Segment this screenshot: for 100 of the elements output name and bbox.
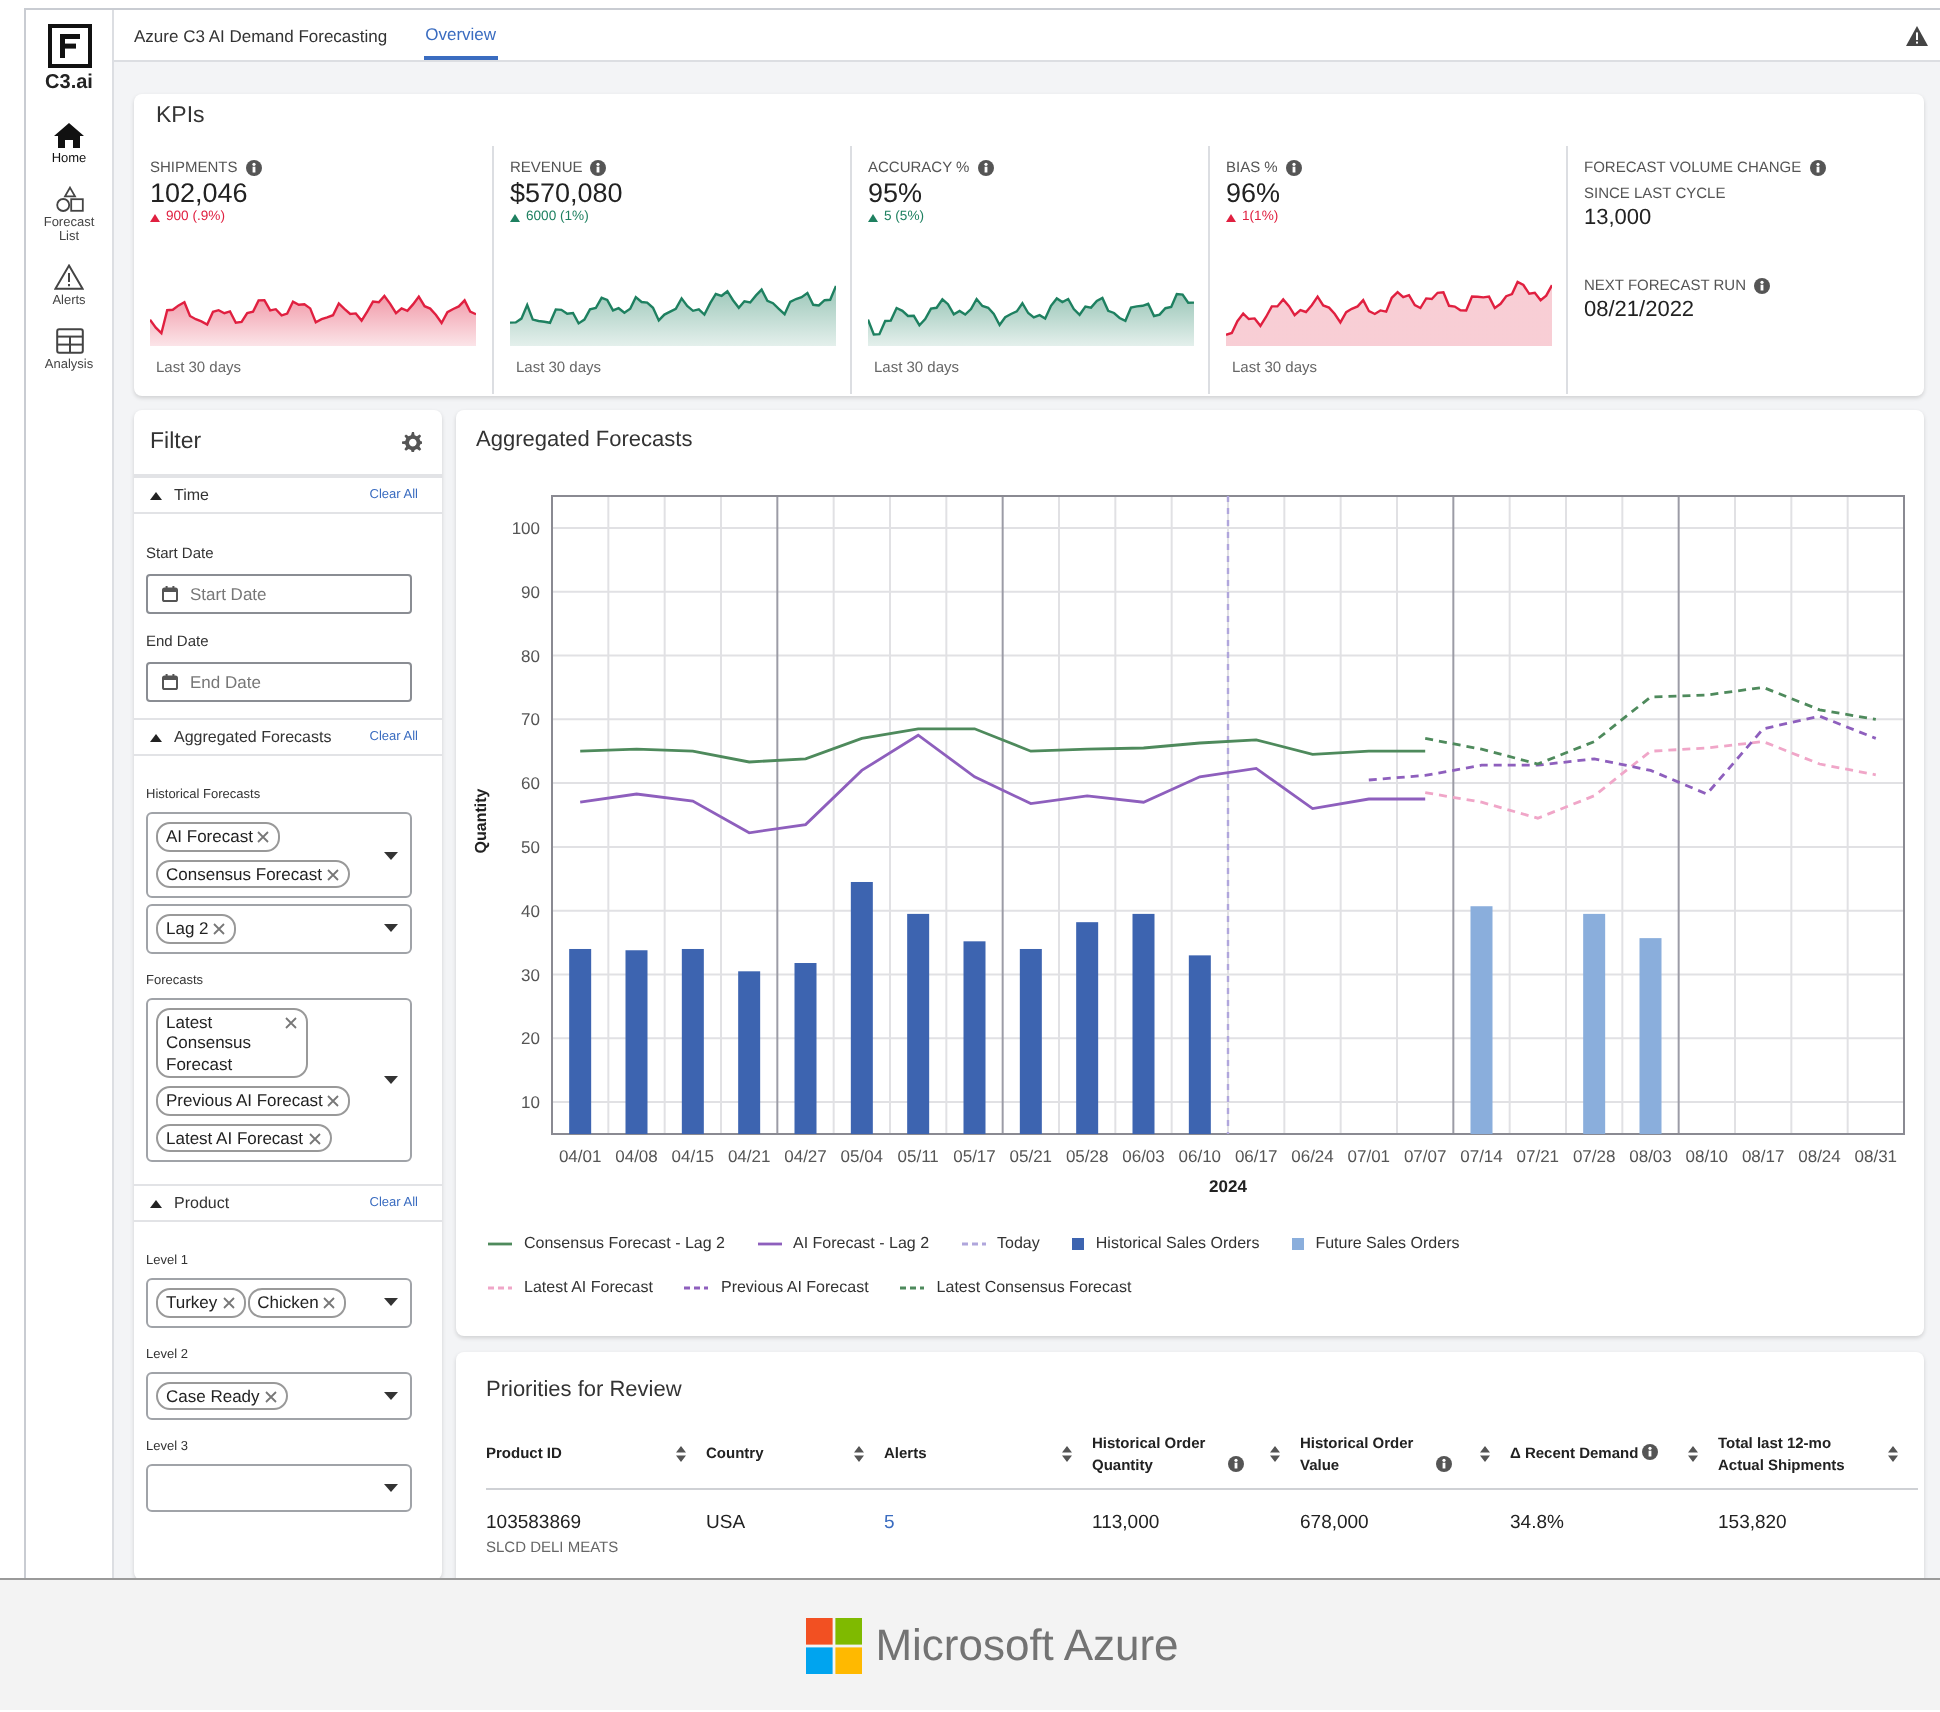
multi-select-field[interactable]: Lag 2 (146, 904, 412, 953)
filter-chip[interactable]: Chicken (247, 1288, 347, 1317)
tick-label: 20 (521, 1028, 540, 1049)
legend-label: Previous AI Forecast (720, 1278, 869, 1296)
multi-select-field[interactable] (146, 1464, 412, 1512)
caret-down-icon (384, 1484, 398, 1492)
legend-label: AI Forecast - Lag 2 (793, 1234, 930, 1252)
card-title: Aggregated Forecasts (476, 428, 695, 452)
table-cell: 113,000 (1092, 1512, 1160, 1534)
sort-icon[interactable] (1062, 1445, 1072, 1461)
table-icon (55, 328, 83, 354)
filter-chip[interactable]: Lag 2 (156, 914, 237, 943)
caret-down-icon (384, 1075, 398, 1084)
tick-label: 60 (521, 773, 540, 794)
tick-label: 04/27 (784, 1146, 827, 1166)
logo-icon (805, 1617, 862, 1673)
tick-label: 40 (521, 900, 540, 921)
table-cell: USA (706, 1512, 746, 1534)
info-icon (977, 159, 994, 175)
legend-line-icon (488, 1281, 512, 1293)
tick-label: 06/24 (1291, 1146, 1334, 1166)
logo-icon (47, 24, 91, 68)
metric-value: 96% (1226, 178, 1283, 208)
close-icon[interactable] (325, 867, 340, 881)
filter-chip[interactable]: Consensus Forecast (156, 859, 350, 888)
legend-label: Latest AI Forecast (524, 1278, 653, 1296)
close-icon[interactable] (221, 1296, 236, 1310)
legend-label: Historical Sales Orders (1095, 1234, 1260, 1252)
sort-icon[interactable] (676, 1445, 686, 1461)
sort-icon[interactable] (1270, 1445, 1280, 1461)
caret-down-icon (384, 1298, 398, 1307)
filter-chip[interactable]: Latest AI Forecast (156, 1123, 332, 1152)
close-icon[interactable] (212, 922, 227, 936)
multi-select-field[interactable]: Case Ready (146, 1371, 412, 1420)
close-icon[interactable] (307, 1131, 322, 1145)
gear-icon[interactable] (402, 432, 422, 452)
tick-label: 80 (521, 645, 540, 666)
sort-icon[interactable] (854, 1445, 864, 1461)
info-icon (590, 159, 607, 175)
date-field[interactable]: Start Date (146, 574, 412, 614)
metric-value: 08/21/2022 (1584, 298, 1697, 322)
legend-label: Consensus Forecast - Lag 2 (524, 1234, 725, 1252)
table-cell: 678,000 (1300, 1512, 1369, 1534)
tick-label: 90 (521, 581, 540, 602)
multi-select-field[interactable]: Turkey Chicken (146, 1278, 412, 1327)
legend-square-icon (1071, 1237, 1084, 1249)
caret-up-icon[interactable] (150, 733, 162, 741)
sort-icon[interactable] (1888, 1445, 1898, 1461)
tick-label: 05/04 (840, 1146, 884, 1166)
brand-name: Microsoft Azure (875, 1619, 1179, 1671)
tick-label: 07/28 (1572, 1146, 1616, 1166)
tick-label: 08/10 (1685, 1146, 1729, 1166)
metric-value: 13,000 (1584, 206, 1654, 230)
tick-label: 70 (521, 709, 540, 730)
legend-label: Latest Consensus Forecast (936, 1278, 1132, 1296)
card-title: Priorities for Review (486, 1378, 684, 1402)
legend-square-icon (1291, 1237, 1304, 1249)
table-cell: 153,820 (1718, 1512, 1787, 1534)
warning-icon (1906, 25, 1928, 45)
close-icon[interactable] (263, 1389, 278, 1403)
filter-chip[interactable]: Previous AI Forecast (156, 1086, 351, 1115)
tick-label: 04/01 (558, 1146, 602, 1166)
caret-up-icon[interactable] (150, 491, 162, 499)
section-title: Time (174, 486, 211, 504)
caret-down-icon (384, 1391, 398, 1400)
close-icon[interactable] (322, 1296, 337, 1310)
close-icon[interactable] (256, 830, 271, 844)
calendar-icon (162, 674, 178, 690)
home-icon (54, 122, 84, 148)
multi-select-field[interactable]: AI Forecast Consensus Forecast (146, 812, 412, 898)
tick-label: 30 (521, 964, 540, 985)
app-title: Azure C3 AI Demand Forecasting (134, 25, 388, 45)
metric-value: $570,080 (510, 178, 625, 208)
filter-chip[interactable]: Case Ready (156, 1381, 288, 1410)
tick-label: 07/07 (1403, 1146, 1447, 1166)
tick-label: 04/15 (671, 1146, 715, 1166)
close-icon[interactable] (284, 1015, 298, 1029)
alerts-link[interactable]: 5 (884, 1512, 895, 1534)
legend-line-icon (961, 1237, 986, 1249)
legend-line-icon (757, 1237, 781, 1249)
logo-text: C3.ai (45, 72, 93, 94)
info-icon (1809, 159, 1826, 175)
caret-down-icon (384, 851, 398, 859)
caret-up-icon[interactable] (150, 1199, 162, 1207)
tick-label: 100 (511, 517, 540, 538)
sort-icon[interactable] (1480, 1445, 1490, 1461)
info-icon (1285, 159, 1302, 175)
multi-select-field[interactable]: Latest Consensus Forecast Previous AI Forecast Latest AI Forecast (146, 997, 412, 1162)
sort-icon[interactable] (1688, 1445, 1698, 1461)
date-field[interactable]: End Date (146, 662, 412, 702)
legend-line-icon (684, 1281, 709, 1293)
filter-chip[interactable]: AI Forecast (156, 822, 281, 851)
axis-title: 2024 (1209, 1176, 1247, 1196)
close-icon[interactable] (326, 1094, 341, 1108)
filter-chip[interactable]: Latest Consensus Forecast (156, 1007, 308, 1078)
legend-label: Future Sales Orders (1315, 1234, 1460, 1252)
tick-label: 06/17 (1234, 1146, 1278, 1166)
tick-label: 06/03 (1122, 1146, 1165, 1166)
filter-chip[interactable]: Turkey (156, 1288, 246, 1317)
caret-up-icon (150, 213, 160, 221)
